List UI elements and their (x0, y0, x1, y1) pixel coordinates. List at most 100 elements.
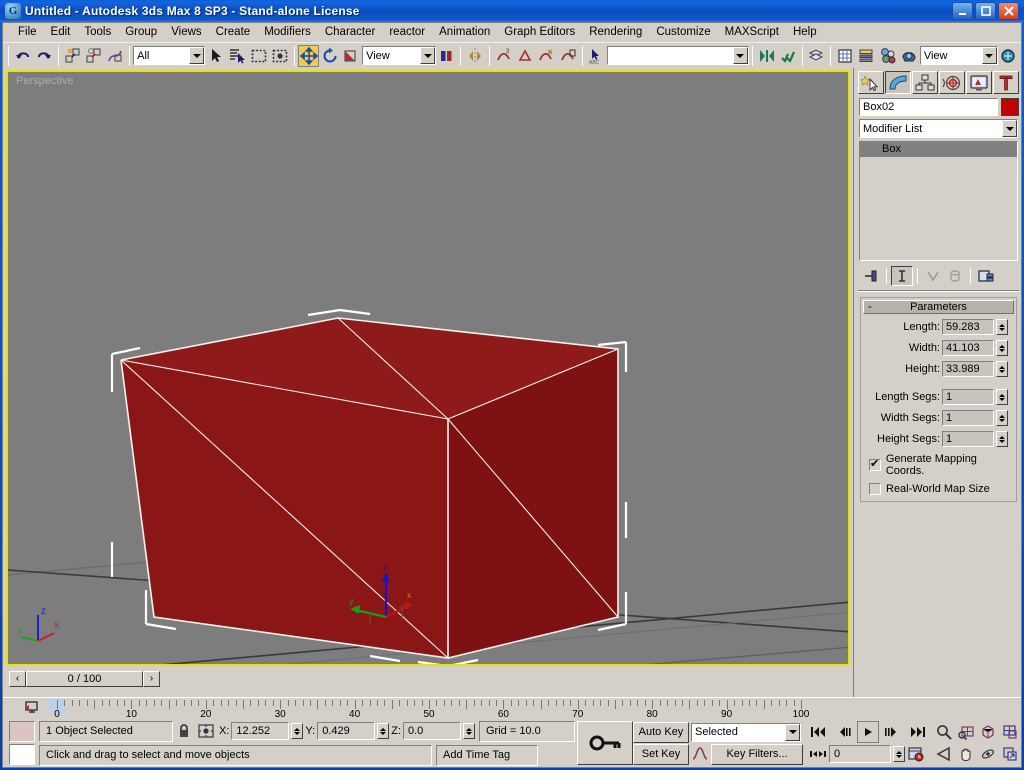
height-stepper[interactable] (996, 361, 1008, 377)
named-selection-combo[interactable] (606, 46, 749, 65)
normal-align-icon[interactable] (514, 45, 535, 67)
render-viewport-combo[interactable]: View (919, 46, 998, 65)
menu-graph-editors[interactable]: Graph Editors (497, 24, 582, 40)
object-color-swatch[interactable] (1001, 98, 1019, 116)
perspective-viewport[interactable]: z y x Perspective z y x (6, 70, 850, 666)
modifier-stack[interactable]: Box (859, 141, 1018, 261)
curve-editor-icon[interactable] (834, 45, 855, 67)
zoom-extents-icon[interactable] (977, 721, 999, 743)
menu-maxscript[interactable]: MAXScript (718, 24, 786, 40)
width-segs-input[interactable]: 1 (942, 410, 994, 426)
menu-views[interactable]: Views (164, 24, 208, 40)
material-editor-icon[interactable] (877, 45, 898, 67)
hierarchy-tab[interactable] (912, 71, 938, 94)
menu-group[interactable]: Group (118, 24, 164, 40)
time-configuration-icon[interactable] (905, 743, 927, 765)
menu-create[interactable]: Create (209, 24, 258, 40)
height-segs-input[interactable]: 1 (942, 431, 994, 447)
time-slider-handle[interactable]: 0 / 100 (26, 670, 143, 687)
chevron-down-icon[interactable] (1002, 120, 1017, 137)
z-stepper[interactable] (463, 723, 475, 739)
select-and-move-icon[interactable] (297, 44, 320, 67)
y-stepper[interactable] (377, 723, 390, 739)
undo-icon[interactable] (12, 45, 33, 67)
reference-coordinate-system-combo[interactable]: View (362, 46, 436, 65)
fov-icon[interactable] (933, 743, 955, 765)
height-segs-stepper[interactable] (996, 431, 1008, 447)
select-and-rotate-icon[interactable] (319, 45, 340, 67)
menu-tools[interactable]: Tools (77, 24, 118, 40)
x-stepper[interactable] (291, 723, 304, 739)
play-animation-button[interactable] (857, 721, 879, 743)
menu-help[interactable]: Help (786, 24, 824, 40)
menu-character[interactable]: Character (318, 24, 383, 40)
select-and-link-icon[interactable] (62, 45, 83, 67)
key-mode-glyph-button[interactable] (807, 743, 829, 765)
chevron-down-icon[interactable] (981, 47, 997, 64)
zoom-all-icon[interactable] (955, 721, 977, 743)
select-and-uniform-scale-icon[interactable] (341, 45, 362, 67)
width-input[interactable]: 41.103 (942, 340, 994, 356)
object-name-field[interactable]: Box02 (859, 98, 998, 116)
select-by-name-icon[interactable] (227, 45, 248, 67)
next-frame-button[interactable] (879, 721, 901, 743)
generate-mapping-coords-checkbox[interactable] (869, 457, 881, 471)
place-highlight-icon[interactable] (536, 45, 557, 67)
quick-render-icon[interactable] (998, 45, 1019, 67)
track-bar-ruler[interactable]: 0 10 20 30 40 50 60 70 80 90 100 (3, 697, 1021, 719)
named-selection-sets-icon[interactable]: ABC (586, 45, 607, 67)
create-tab[interactable] (858, 71, 884, 94)
unlink-selection-icon[interactable] (83, 45, 104, 67)
length-stepper[interactable] (996, 319, 1008, 335)
length-input[interactable]: 59.283 (942, 319, 994, 335)
real-world-map-size-checkbox[interactable] (869, 483, 881, 495)
magnifier-icon[interactable] (933, 721, 955, 743)
selection-level-combo[interactable]: Selected (691, 722, 801, 742)
use-pivot-point-center-icon[interactable] (436, 45, 457, 67)
length-segs-stepper[interactable] (996, 389, 1008, 405)
lock-selection-icon[interactable] (173, 720, 195, 742)
array-icon[interactable] (777, 45, 798, 67)
height-input[interactable]: 33.989 (942, 361, 994, 377)
current-frame-input[interactable]: 0 (829, 745, 891, 763)
align-icon[interactable]: 3 (493, 45, 514, 67)
pin-icon[interactable] (860, 266, 882, 286)
maxscript-mini-listener-pink[interactable] (9, 721, 36, 742)
trash-icon[interactable] (944, 266, 966, 286)
width-segs-stepper[interactable] (996, 410, 1008, 426)
menu-rendering[interactable]: Rendering (582, 24, 649, 40)
mirror-selected-objects-icon[interactable] (756, 45, 777, 67)
add-time-tag-button[interactable]: Add Time Tag (436, 744, 539, 766)
length-segs-input[interactable]: 1 (942, 389, 994, 405)
select-object-icon[interactable] (205, 45, 226, 67)
bind-to-space-warp-icon[interactable] (105, 45, 126, 67)
redo-icon[interactable] (33, 45, 54, 67)
previous-frame-arrow[interactable]: ‹ (9, 670, 26, 687)
show-end-result-icon[interactable] (891, 266, 913, 286)
go-to-start-button[interactable] (807, 721, 829, 743)
window-crossing-icon[interactable] (269, 45, 290, 67)
menu-modifiers[interactable]: Modifiers (257, 24, 318, 40)
make-unique-icon[interactable] (922, 266, 944, 286)
chevron-down-icon[interactable] (189, 47, 205, 64)
menu-customize[interactable]: Customize (649, 24, 717, 40)
maximize-button[interactable] (975, 2, 996, 20)
next-frame-arrow[interactable]: › (143, 670, 160, 687)
menu-edit[interactable]: Edit (44, 24, 78, 40)
layer-manager-icon[interactable] (806, 45, 827, 67)
motion-tab[interactable] (939, 71, 965, 94)
absolute-relative-transform-icon[interactable] (195, 720, 217, 742)
hand-pan-icon[interactable] (955, 743, 977, 765)
auto-key-button[interactable]: Auto Key (633, 721, 689, 743)
x-coordinate-input[interactable]: 12.252 (231, 722, 290, 740)
close-button[interactable] (998, 2, 1019, 20)
width-stepper[interactable] (996, 340, 1008, 356)
z-coordinate-input[interactable]: 0.0 (403, 722, 461, 740)
arc-rotate-icon[interactable] (977, 743, 999, 765)
set-key-button[interactable]: Set Key (633, 743, 689, 765)
menu-reactor[interactable]: reactor (382, 24, 432, 40)
maximize-viewport-icon[interactable] (999, 743, 1021, 765)
previous-frame-button[interactable] (835, 721, 857, 743)
chevron-down-icon[interactable] (785, 723, 800, 741)
stack-item-box[interactable]: Box (860, 142, 1017, 157)
